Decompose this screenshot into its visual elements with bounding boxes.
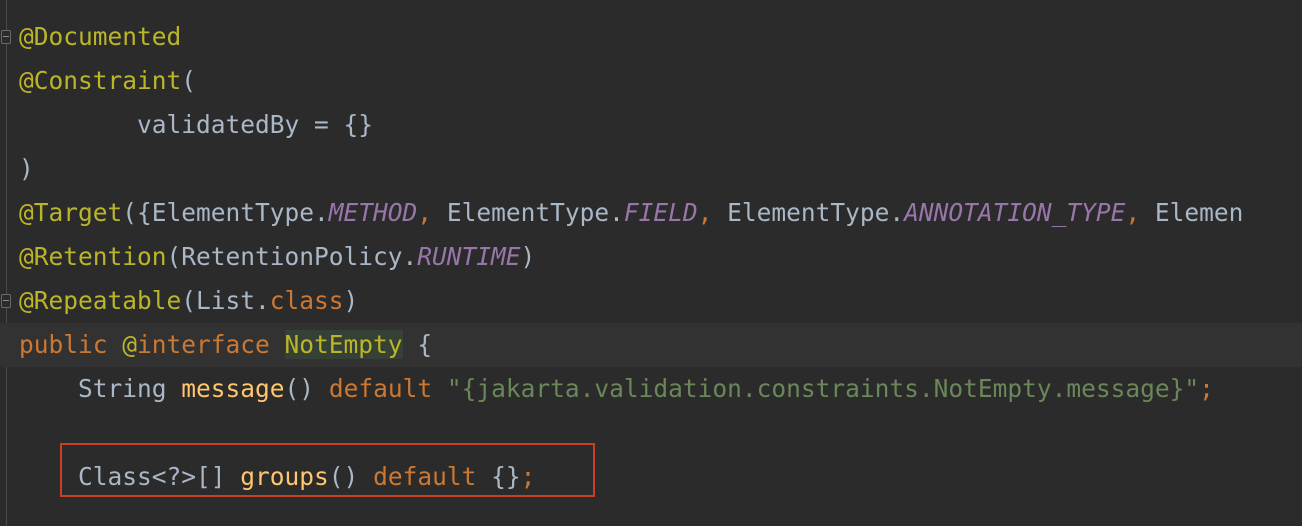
code-line[interactable]: @Constraint( bbox=[19, 59, 196, 103]
code-token: message bbox=[181, 374, 285, 403]
code-token: @ bbox=[122, 330, 138, 359]
code-token: public bbox=[19, 330, 123, 359]
code-token: RUNTIME bbox=[417, 242, 521, 271]
code-line[interactable]: @Target({ElementType.METHOD, ElementType… bbox=[19, 191, 1243, 235]
code-token: ) bbox=[19, 154, 34, 183]
code-token: ElementType. bbox=[727, 198, 905, 227]
code-token: @Documented bbox=[19, 22, 182, 51]
code-line[interactable]: validatedBy = {} bbox=[19, 103, 373, 147]
annotation-highlight-box bbox=[60, 443, 595, 497]
code-token: (RetentionPolicy. bbox=[166, 242, 418, 271]
code-token: ANNOTATION_TYPE bbox=[904, 198, 1126, 227]
code-editor[interactable]: @Documented @Constraint( validatedBy = {}… bbox=[0, 0, 1302, 526]
code-token: , bbox=[417, 198, 447, 227]
code-token: ; bbox=[1199, 374, 1214, 403]
code-token: class bbox=[269, 286, 344, 315]
code-token: METHOD bbox=[328, 198, 418, 227]
code-token: , bbox=[1125, 198, 1155, 227]
code-token: ) bbox=[343, 286, 359, 315]
code-token: @Repeatable bbox=[19, 286, 182, 315]
fold-marker-icon[interactable] bbox=[1, 294, 11, 308]
code-line[interactable]: ) bbox=[19, 147, 34, 191]
code-line[interactable]: String message() default "{jakarta.valid… bbox=[19, 367, 1214, 411]
code-token: (List. bbox=[181, 286, 270, 315]
code-token: ({ElementType. bbox=[122, 198, 329, 227]
code-token: @Constraint bbox=[19, 66, 182, 95]
code-token: String bbox=[78, 374, 182, 403]
code-token: "{jakarta.validation.constraints.NotEmpt… bbox=[446, 374, 1200, 403]
code-token: ) bbox=[520, 242, 536, 271]
code-token: interface bbox=[137, 330, 285, 359]
code-token: NotEmpty bbox=[284, 330, 403, 359]
fold-marker-icon[interactable] bbox=[1, 30, 11, 44]
code-token: @Target bbox=[19, 198, 123, 227]
code-token: @Retention bbox=[19, 242, 167, 271]
code-token: default bbox=[328, 374, 447, 403]
code-line[interactable]: @Retention(RetentionPolicy.RUNTIME) bbox=[19, 235, 535, 279]
code-token: ElementType. bbox=[446, 198, 624, 227]
code-token: { bbox=[402, 330, 433, 359]
code-token: validatedBy = {} bbox=[137, 110, 374, 139]
code-line[interactable]: @Documented bbox=[19, 15, 181, 59]
code-token: () bbox=[284, 374, 329, 403]
code-line[interactable]: public @interface NotEmpty { bbox=[19, 323, 432, 367]
code-token: FIELD bbox=[623, 198, 698, 227]
code-token: ( bbox=[181, 66, 197, 95]
gutter-divider bbox=[6, 0, 7, 526]
code-token: , bbox=[697, 198, 728, 227]
code-token: Elemen bbox=[1154, 198, 1244, 227]
code-line[interactable]: @Repeatable(List.class) bbox=[19, 279, 358, 323]
